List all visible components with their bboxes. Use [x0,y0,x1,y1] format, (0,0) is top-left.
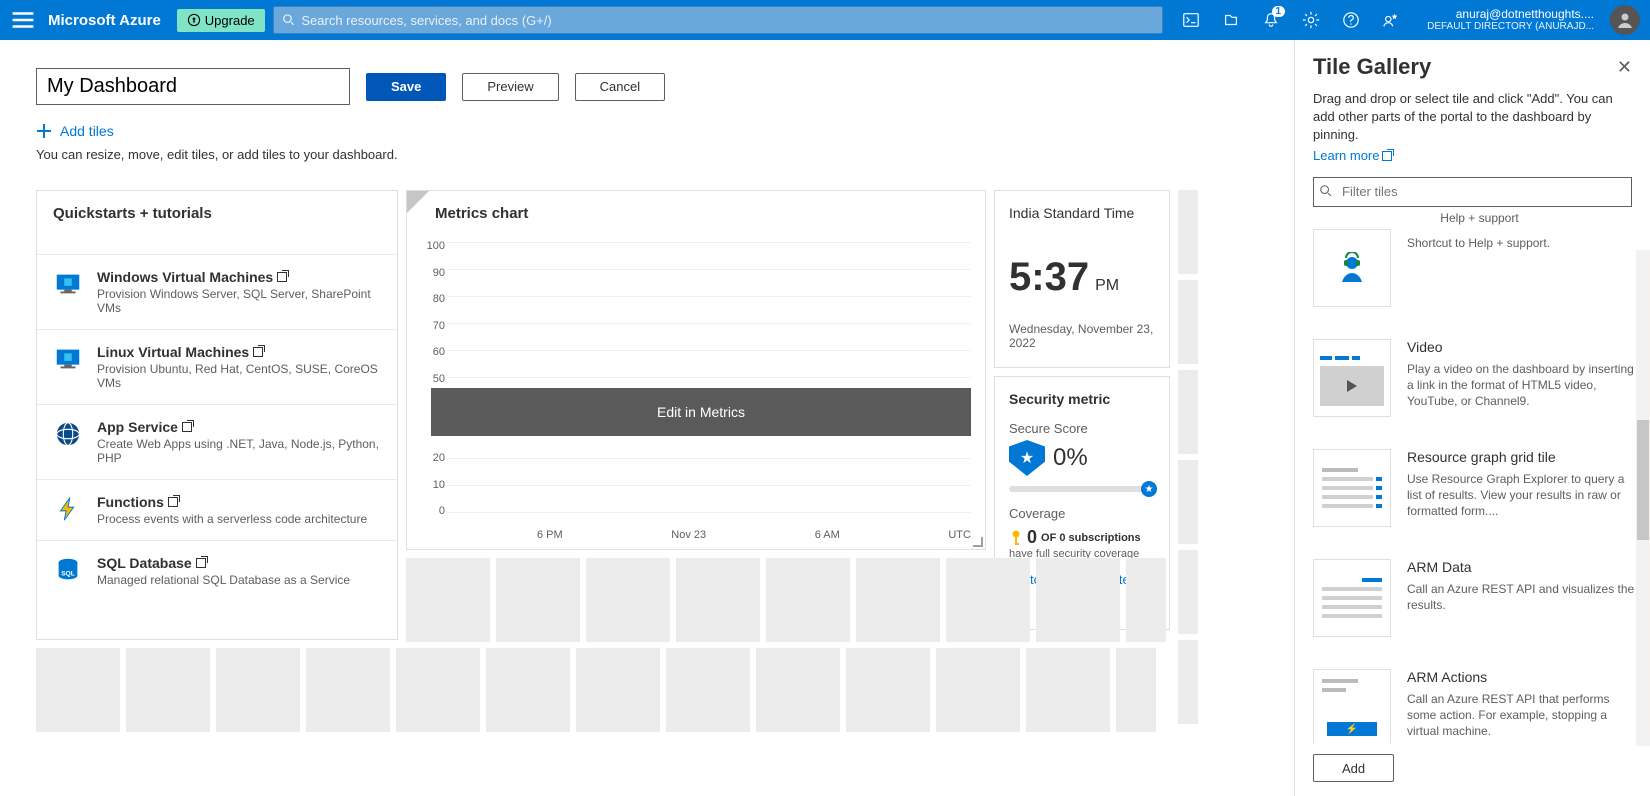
account-directory: DEFAULT DIRECTORY (ANURAJD... [1427,21,1594,33]
svg-text:SQL: SQL [61,571,74,578]
coverage-label: Coverage [1009,506,1155,521]
filter-tiles-input[interactable] [1313,177,1632,207]
upgrade-button[interactable]: Upgrade [177,9,265,32]
security-title: Security metric [1009,391,1155,407]
progress-marker-icon: ★ [1141,481,1157,497]
add-tiles-link[interactable]: Add tiles [36,123,1258,139]
settings-icon[interactable] [1291,0,1331,40]
person-icon [1615,10,1635,30]
video-thumb [1313,339,1391,417]
clock-timezone: India Standard Time [1009,205,1155,221]
gallery-item[interactable]: Shortcut to Help + support. [1313,225,1646,323]
preview-button[interactable]: Preview [462,73,558,101]
secure-score-progress: ★ [1009,486,1155,492]
placeholder-col-right [1178,190,1198,724]
app-service-icon [53,419,83,449]
gallery-description: Drag and drop or select tile and click "… [1295,90,1650,165]
quickstart-item[interactable]: Windows Virtual MachinesProvision Window… [37,254,397,329]
quickstart-item[interactable]: App ServiceCreate Web Apps using .NET, J… [37,404,397,479]
quickstart-item[interactable]: FunctionsProcess events with a serverles… [37,479,397,540]
functions-icon [53,494,83,524]
search-icon [1319,184,1333,198]
account-email: anuraj@dotnetthoughts.... [1456,7,1594,21]
external-link-icon [1382,151,1392,161]
gallery-item[interactable]: ARM DataCall an Azure REST API and visua… [1313,543,1646,653]
gallery-item[interactable]: ⚡ ARM ActionsCall an Azure REST API that… [1313,653,1646,744]
shield-icon: ★ [1009,440,1045,476]
plus-icon [36,123,52,139]
notification-count-badge: 1 [1272,6,1286,17]
windows-vm-icon [53,269,83,299]
clock-time: 5:37PM [1009,255,1155,300]
coverage-row: 0 OF 0 subscriptions [1009,527,1155,548]
placeholder-grid-bottom [36,648,1156,732]
search-icon [282,13,296,27]
menu-icon[interactable] [10,7,36,33]
gallery-list[interactable]: Help + support Shortcut to Help + suppor… [1295,213,1650,744]
topbar: Microsoft Azure Upgrade 1 anuraj@dotnett… [0,0,1650,40]
support-person-icon [1336,252,1368,284]
metrics-chart-body: 1009080706050403020100 Edit in Metrics 6… [407,228,985,549]
filter-corner-icon[interactable] [407,191,429,213]
upgrade-icon [187,13,201,27]
external-link-icon [168,497,178,507]
clock-date: Wednesday, November 23, 2022 [1009,322,1155,350]
edit-in-metrics-button[interactable]: Edit in Metrics [431,388,971,436]
linux-vm-icon [53,344,83,374]
notifications-icon[interactable]: 1 [1251,0,1291,40]
global-search[interactable] [273,6,1163,34]
placeholder-grid [406,558,1166,642]
secure-score-label: Secure Score [1009,421,1155,436]
account-info[interactable]: anuraj@dotnetthoughts.... DEFAULT DIRECT… [1419,7,1598,33]
search-input[interactable] [301,13,1154,28]
help-icon[interactable] [1331,0,1371,40]
upgrade-label: Upgrade [205,13,255,28]
topbar-icons: 1 [1171,0,1411,40]
key-icon [1009,529,1023,547]
secure-score-percent: 0% [1053,444,1088,472]
dashboard-hint: You can resize, move, edit tiles, or add… [36,147,1258,162]
quickstart-item[interactable]: SQL SQL DatabaseManaged relational SQL D… [37,540,397,601]
resource-graph-thumb [1313,449,1391,527]
gallery-title: Tile Gallery [1313,54,1431,80]
quickstarts-list: Windows Virtual MachinesProvision Window… [37,228,397,601]
secure-score-row: ★ 0% [1009,440,1155,476]
gallery-peek-title: Help + support [1313,213,1646,225]
arm-data-thumb [1313,559,1391,637]
arm-actions-thumb: ⚡ [1313,669,1391,744]
sql-database-icon: SQL [53,555,83,585]
dashboard-title-input[interactable] [36,68,350,105]
dashboard-header: Save Preview Cancel [36,68,1258,105]
gallery-item[interactable]: Resource graph grid tileUse Resource Gra… [1313,433,1646,543]
learn-more-link[interactable]: Learn more [1313,147,1392,165]
tile-quickstarts[interactable]: Quickstarts + tutorials Windows Virtual … [36,190,398,640]
brand-label[interactable]: Microsoft Azure [44,12,169,29]
save-button[interactable]: Save [366,73,446,101]
avatar[interactable] [1610,5,1640,35]
resize-handle-icon[interactable] [973,537,983,547]
external-link-icon [253,347,263,357]
external-link-icon [196,558,206,568]
help-support-thumb [1313,229,1391,307]
quickstarts-title: Quickstarts + tutorials [37,191,397,228]
y-axis-labels: 1009080706050403020100 [413,240,445,517]
quickstart-item[interactable]: Linux Virtual MachinesProvision Ubuntu, … [37,329,397,404]
add-tile-button[interactable]: Add [1313,754,1394,782]
x-axis-labels: 6 PMNov 236 AMUTC [447,529,971,541]
tile-gallery-panel: Tile Gallery ✕ Drag and drop or select t… [1294,40,1650,796]
metrics-title: Metrics chart [407,191,985,228]
directories-icon[interactable] [1211,0,1251,40]
dashboard-editor: Save Preview Cancel Add tiles You can re… [0,40,1294,796]
external-link-icon [182,422,192,432]
add-tiles-label: Add tiles [60,123,114,139]
tile-metrics-chart[interactable]: Metrics chart 1009080706050403020100 Edi… [406,190,986,550]
gallery-item[interactable]: VideoPlay a video on the dashboard by in… [1313,323,1646,433]
feedback-icon[interactable] [1371,0,1411,40]
close-icon[interactable]: ✕ [1617,57,1632,78]
cancel-button[interactable]: Cancel [575,73,665,101]
gallery-scrollbar-thumb[interactable] [1637,420,1649,540]
external-link-icon [277,272,287,282]
cloud-shell-icon[interactable] [1171,0,1211,40]
tile-clock[interactable]: India Standard Time 5:37PM Wednesday, No… [994,190,1170,368]
